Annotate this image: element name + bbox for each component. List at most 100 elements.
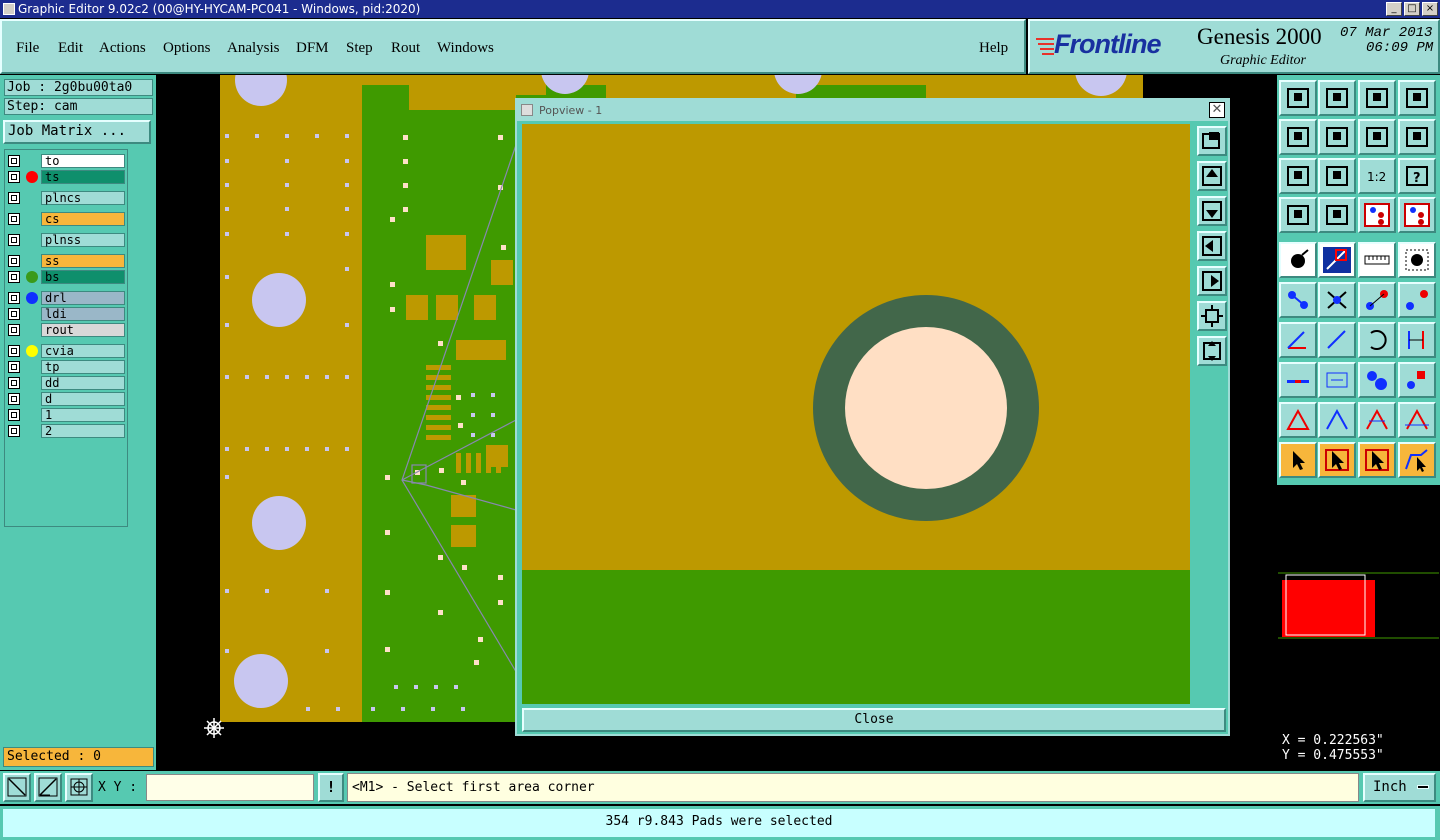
popview-pan-down-button[interactable]	[1197, 196, 1227, 226]
pan-up-button[interactable]	[1318, 80, 1356, 116]
ruler-button[interactable]	[1358, 242, 1396, 278]
popview-canvas[interactable]	[522, 124, 1190, 704]
undo-view-button[interactable]	[1358, 119, 1396, 155]
layer-checkbox[interactable]	[8, 308, 20, 320]
select-net-button[interactable]	[1358, 442, 1396, 478]
mini-map[interactable]	[1278, 485, 1439, 725]
arc-mid-button[interactable]	[1398, 402, 1436, 438]
triangle-button[interactable]	[1279, 402, 1317, 438]
help-button[interactable]: ?	[1398, 158, 1436, 194]
layer-checkbox[interactable]	[8, 345, 20, 357]
connect-button[interactable]	[1279, 282, 1317, 318]
settings-button[interactable]	[1279, 197, 1317, 233]
layer-checkbox[interactable]	[8, 234, 20, 246]
pan-left-button[interactable]	[1279, 119, 1317, 155]
layer-checkbox[interactable]	[8, 377, 20, 389]
layer-row-ldi[interactable]: ldi	[5, 307, 125, 321]
scale-1-2-button[interactable]: 1:2	[1358, 158, 1396, 194]
resize-button[interactable]	[1358, 362, 1396, 398]
home-view-button[interactable]	[1279, 80, 1317, 116]
minimize-button[interactable]: _	[1386, 2, 1402, 16]
select-path-button[interactable]	[1398, 442, 1436, 478]
popview-close-button[interactable]: Close	[522, 708, 1226, 732]
layer-row-cs[interactable]: cs	[5, 212, 125, 226]
multi-pad-button[interactable]	[1398, 362, 1436, 398]
popview-zoom-out-button[interactable]	[1197, 301, 1227, 331]
layer-checkbox[interactable]	[8, 171, 20, 183]
layer-checkbox[interactable]	[8, 255, 20, 267]
grid-button[interactable]	[1318, 197, 1356, 233]
add-feature-button[interactable]	[1279, 242, 1317, 278]
layer-checkbox[interactable]	[8, 192, 20, 204]
arc-button[interactable]	[1318, 402, 1356, 438]
job-matrix-button[interactable]: Job Matrix ...	[3, 120, 151, 144]
select-box-button[interactable]	[1318, 442, 1356, 478]
popview-pan-left-button[interactable]	[1197, 231, 1227, 261]
popview-titlebar[interactable]: Popview - 1 ✕	[517, 100, 1228, 121]
layer-row-to[interactable]: to	[5, 154, 125, 168]
popview-close-icon[interactable]: ✕	[1209, 102, 1225, 118]
popview-zoom-in-button[interactable]	[1197, 336, 1227, 366]
redo-view-button[interactable]	[1398, 119, 1436, 155]
snap-button[interactable]	[3, 773, 31, 802]
layer-row-ss[interactable]: ss	[5, 254, 125, 268]
layer-row-dd[interactable]: dd	[5, 376, 125, 390]
layer-checkbox[interactable]	[8, 324, 20, 336]
layer-row-cvia[interactable]: cvia	[5, 344, 125, 358]
close-window-button[interactable]: ×	[1422, 2, 1438, 16]
split-button[interactable]	[1398, 322, 1436, 358]
rotate-button[interactable]	[1358, 322, 1396, 358]
layer-down-button[interactable]	[1398, 197, 1436, 233]
layer-up-button[interactable]	[1358, 197, 1396, 233]
layer-checkbox[interactable]	[8, 409, 20, 421]
alert-button[interactable]: !	[318, 773, 344, 802]
layer-row-2[interactable]: 2	[5, 424, 125, 438]
home-button[interactable]	[1358, 80, 1396, 116]
zoom-center-button[interactable]	[1318, 158, 1356, 194]
xy-input[interactable]	[146, 774, 314, 801]
menu-edit[interactable]: Edit	[58, 40, 83, 57]
menu-help[interactable]: Help	[979, 40, 1008, 57]
angle-button[interactable]	[1279, 322, 1317, 358]
layer-row-drl[interactable]: drl	[5, 291, 125, 305]
surface-button[interactable]	[1279, 362, 1317, 398]
copy-button[interactable]	[1398, 282, 1436, 318]
pan-right-button[interactable]	[1318, 119, 1356, 155]
menu-windows[interactable]: Windows	[437, 40, 494, 57]
layer-row-plncs[interactable]: plncs	[5, 191, 125, 205]
layer-row-tp[interactable]: tp	[5, 360, 125, 374]
measure-button[interactable]	[34, 773, 62, 802]
layer-checkbox[interactable]	[8, 393, 20, 405]
menu-analysis[interactable]: Analysis	[227, 40, 280, 57]
menu-dfm[interactable]: DFM	[296, 40, 329, 57]
window-split-button[interactable]	[1398, 80, 1436, 116]
menu-rout[interactable]: Rout	[391, 40, 420, 57]
line-break-button[interactable]	[1318, 362, 1356, 398]
menu-file[interactable]: File	[16, 40, 39, 57]
menu-step[interactable]: Step	[346, 40, 373, 57]
popview-pan-up-button[interactable]	[1197, 161, 1227, 191]
layer-row-plnss[interactable]: plnss	[5, 233, 125, 247]
layer-checkbox[interactable]	[8, 213, 20, 225]
layer-checkbox[interactable]	[8, 361, 20, 373]
layer-row-ts[interactable]: ts	[5, 170, 125, 184]
layer-checkbox[interactable]	[8, 425, 20, 437]
maximize-button[interactable]: □	[1404, 2, 1420, 16]
layer-checkbox[interactable]	[8, 155, 20, 167]
draw-line-button[interactable]	[1318, 242, 1356, 278]
popview-zoom-fit-button[interactable]	[1197, 126, 1227, 156]
layer-row-1[interactable]: 1	[5, 408, 125, 422]
menu-actions[interactable]: Actions	[99, 40, 146, 57]
move-button[interactable]	[1358, 282, 1396, 318]
layer-row-rout[interactable]: rout	[5, 323, 125, 337]
delete-button[interactable]	[1318, 282, 1356, 318]
select-pointer-button[interactable]	[1279, 442, 1317, 478]
zoom-fit-button[interactable]	[1279, 158, 1317, 194]
grid-snap-button[interactable]	[65, 773, 93, 802]
layer-row-bs[interactable]: bs	[5, 270, 125, 284]
menu-options[interactable]: Options	[163, 40, 211, 57]
arc-center-button[interactable]	[1358, 402, 1396, 438]
layer-checkbox[interactable]	[8, 271, 20, 283]
slope-button[interactable]	[1318, 322, 1356, 358]
layer-row-d[interactable]: d	[5, 392, 125, 406]
